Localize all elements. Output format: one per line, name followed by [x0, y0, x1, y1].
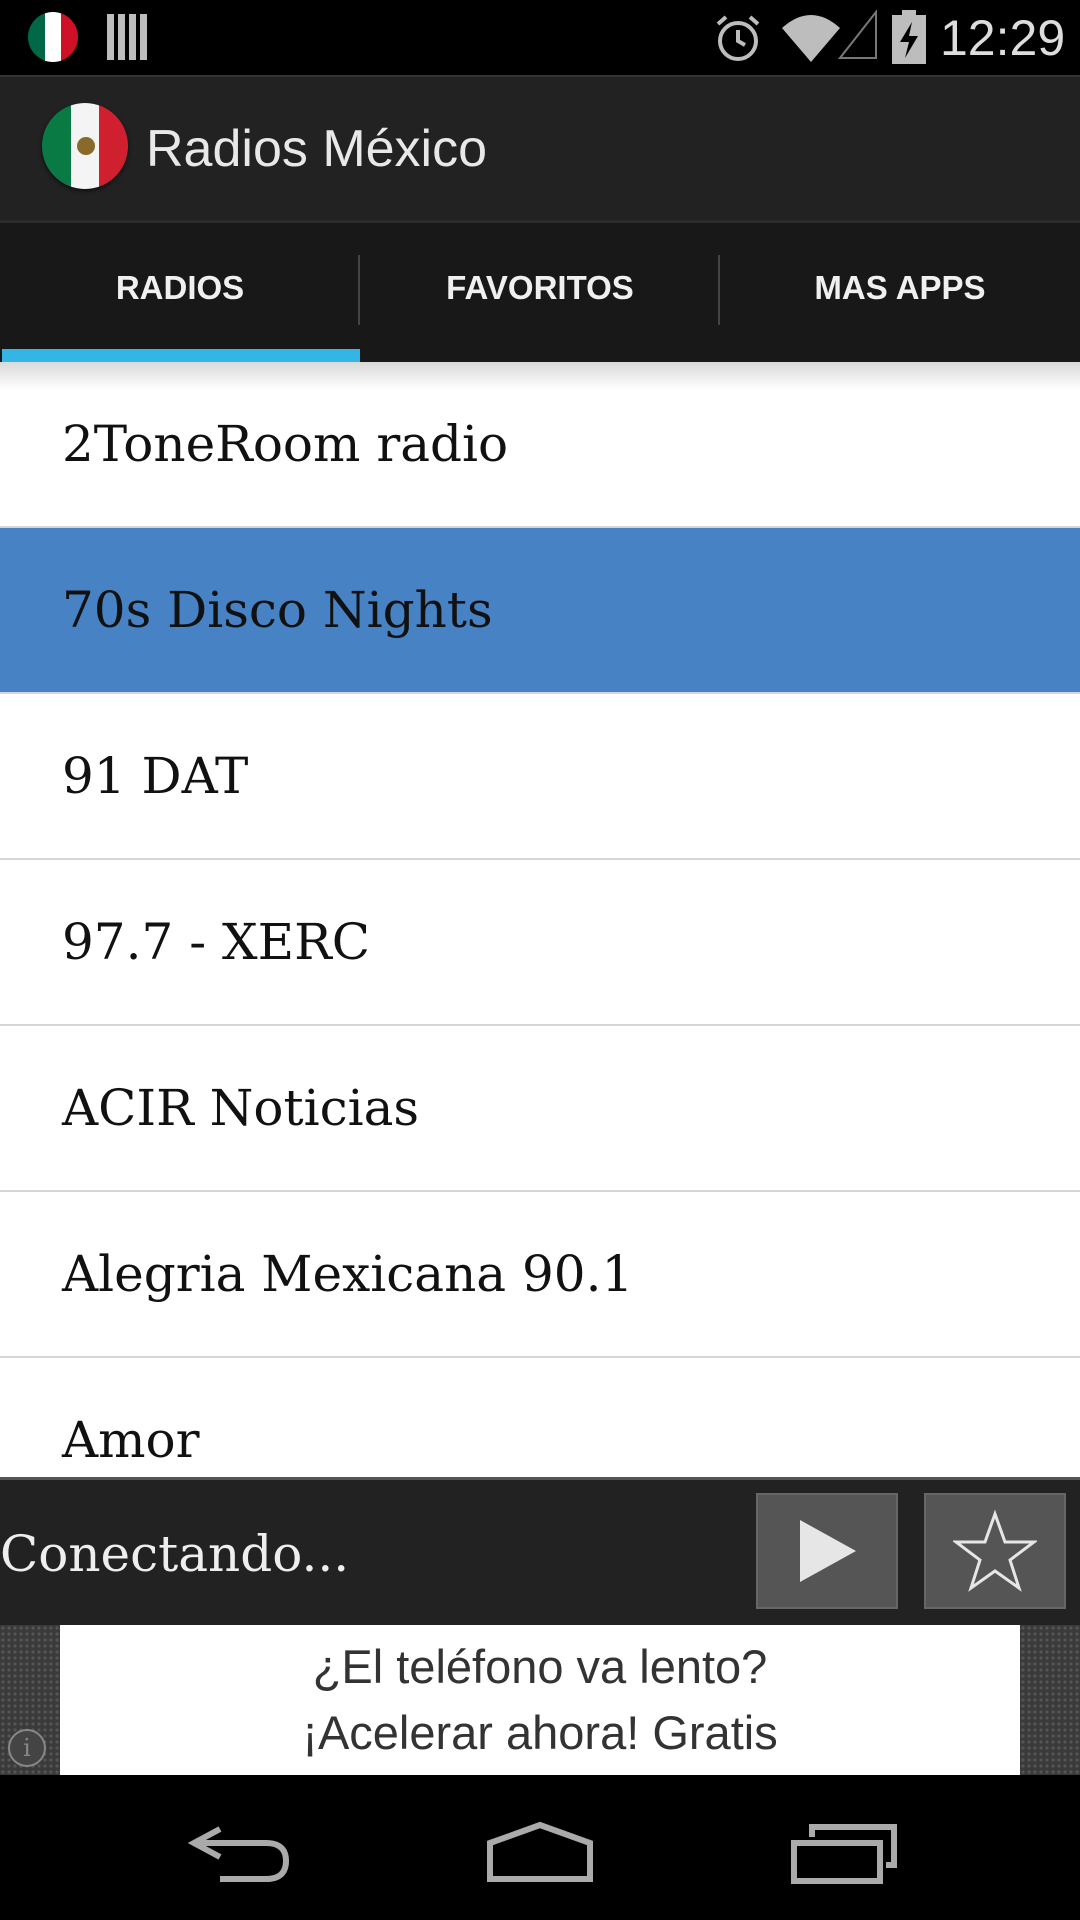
back-icon[interactable] [180, 1819, 300, 1885]
station-item[interactable]: 2ToneRoom radio [0, 362, 1080, 528]
player-bar: Conectando... [0, 1477, 1080, 1628]
station-name: 97.7 - XERC [62, 913, 371, 971]
tab-label: MAS APPS [814, 269, 986, 306]
tab-label: RADIOS [115, 269, 245, 306]
star-icon [953, 1509, 1037, 1592]
station-name: 70s Disco Nights [62, 581, 493, 639]
cell-signal-icon [838, 10, 877, 59]
wifi-icon [782, 15, 840, 62]
favorite-button[interactable] [924, 1493, 1066, 1609]
player-status: Conectando... [0, 1525, 350, 1583]
action-bar: Radios México [0, 75, 1080, 222]
ad-banner: ¿El teléfono va lento? ¡Acelerar ahora! … [0, 1625, 1080, 1775]
ad-info-icon[interactable]: i [8, 1729, 46, 1767]
play-icon [800, 1520, 856, 1582]
station-item[interactable]: Alegria Mexicana 90.1 [0, 1192, 1080, 1358]
home-icon[interactable] [480, 1819, 600, 1885]
ad-text-line-2: ¡Acelerar ahora! Gratis [302, 1706, 778, 1759]
tab-radios[interactable]: RADIOS [0, 223, 360, 365]
play-button[interactable] [756, 1493, 898, 1609]
alarm-icon [716, 15, 760, 61]
status-bar: 12:29 [0, 0, 1080, 75]
station-item[interactable]: ACIR Noticias [0, 1026, 1080, 1192]
station-name: Amor [62, 1411, 200, 1469]
station-item[interactable]: 97.7 - XERC [0, 860, 1080, 1026]
ad-text-line-1: ¿El teléfono va lento? [312, 1640, 768, 1693]
station-name: 2ToneRoom radio [62, 415, 509, 473]
radio-mexico-app-icon[interactable] [42, 103, 128, 189]
barcode-icon [107, 14, 147, 60]
navigation-bar [0, 1775, 1080, 1920]
ad-content[interactable]: ¿El teléfono va lento? ¡Acelerar ahora! … [60, 1625, 1020, 1775]
station-item-selected[interactable]: 70s Disco Nights [0, 528, 1080, 694]
mexico-flag-icon [28, 12, 78, 62]
station-item[interactable]: Amor [0, 1358, 1080, 1477]
clock: 12:29 [940, 10, 1066, 66]
battery-charging-icon [892, 10, 926, 64]
app-title: Radios México [146, 120, 488, 178]
tab-bar: RADIOS FAVORITOS MAS APPS [0, 220, 1080, 365]
recent-apps-icon[interactable] [786, 1819, 906, 1885]
station-name: Alegria Mexicana 90.1 [62, 1245, 634, 1303]
tab-label: FAVORITOS [446, 269, 634, 306]
station-name: 91 DAT [62, 747, 249, 805]
tab-mas-apps[interactable]: MAS APPS [720, 223, 1080, 365]
tab-favoritos[interactable]: FAVORITOS [360, 223, 720, 365]
station-name: ACIR Noticias [62, 1079, 420, 1137]
station-item[interactable]: 91 DAT [0, 694, 1080, 860]
station-list[interactable]: 2ToneRoom radio 70s Disco Nights 91 DAT … [0, 362, 1080, 1477]
